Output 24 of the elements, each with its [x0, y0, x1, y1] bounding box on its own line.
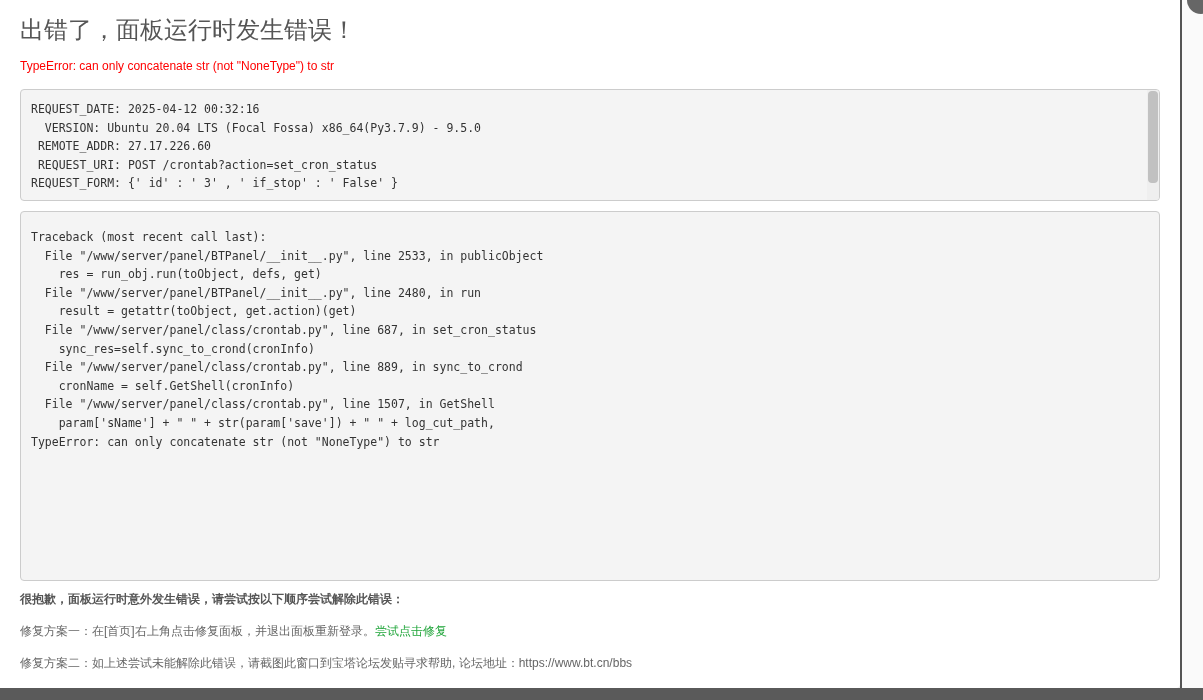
traceback-line: File "/www/server/panel/class/crontab.py", line 687, in set_cron_status	[43, 321, 537, 339]
traceback-line: cronName = self.GetShell(cronInfo)	[57, 377, 295, 395]
request-info-line: REQUEST_FORM: {' id' : ' 3' , ' if_stop' : ' False' }	[31, 175, 398, 192]
traceback-line: File "/www/server/panel/BTPanel/__init__.py", line 2533, in publicObject	[43, 247, 544, 265]
traceback-line: result = getattr(toObject, get.action)(get)	[57, 303, 357, 321]
request-info-line: VERSION: Ubuntu 20.04 LTS (Focal Fossa) x86_64(Py3.7.9) - 9.5.0	[43, 119, 482, 137]
traceback-line: File "/www/server/panel/class/crontab.py", line 1507, in GetShell	[43, 396, 495, 414]
traceback-line: param['sName'] + " " + str(param['save']) + " " + log_cut_path,	[57, 414, 495, 432]
fix-text: 修复方案二：如上述尝试未能解除此错误，请截图此窗口到宝塔论坛发贴寻求帮助, 论坛地址：https://www.bt.cn/bbs	[20, 655, 633, 671]
request-info-line: REQUEST_DATE: 2025-04-12 00:32:16	[31, 101, 260, 118]
apology-text: 很抱歉，面板运行时意外发生错误，请尝试按以下顺序尝试解除此错误：	[20, 591, 405, 607]
traceback-line: File "/www/server/panel/BTPanel/__init__.py", line 2480, in run	[43, 284, 482, 302]
traceback-line: res = run_obj.run(toObject, defs, get)	[57, 266, 322, 284]
error-message: TypeError: can only concatenate str (not "NoneType") to str	[20, 58, 335, 74]
traceback-line: TypeError: can only concatenate str (not "NoneType") to str	[31, 433, 440, 451]
traceback-line: sync_res=self.sync_to_crond(cronInfo)	[57, 340, 315, 358]
scrollbar[interactable]	[1147, 90, 1159, 200]
request-info-line: REMOTE_ADDR: 27.17.226.60	[36, 138, 211, 155]
traceback-line: Traceback (most recent call last):	[31, 229, 267, 246]
fix-text: 修复方案一：在[首页]右上角点击修复面板，并退出面板重新登录。	[20, 623, 375, 639]
repair-link[interactable]: 尝试点击修复	[374, 623, 447, 639]
request-info-line: REQUEST_URI: POST /crontab?action=set_cron_status	[36, 156, 378, 174]
error-title: 出错了，面板运行时发生错误！	[20, 15, 357, 46]
traceback-line: File "/www/server/panel/class/crontab.py", line 889, in sync_to_crond	[43, 359, 523, 377]
